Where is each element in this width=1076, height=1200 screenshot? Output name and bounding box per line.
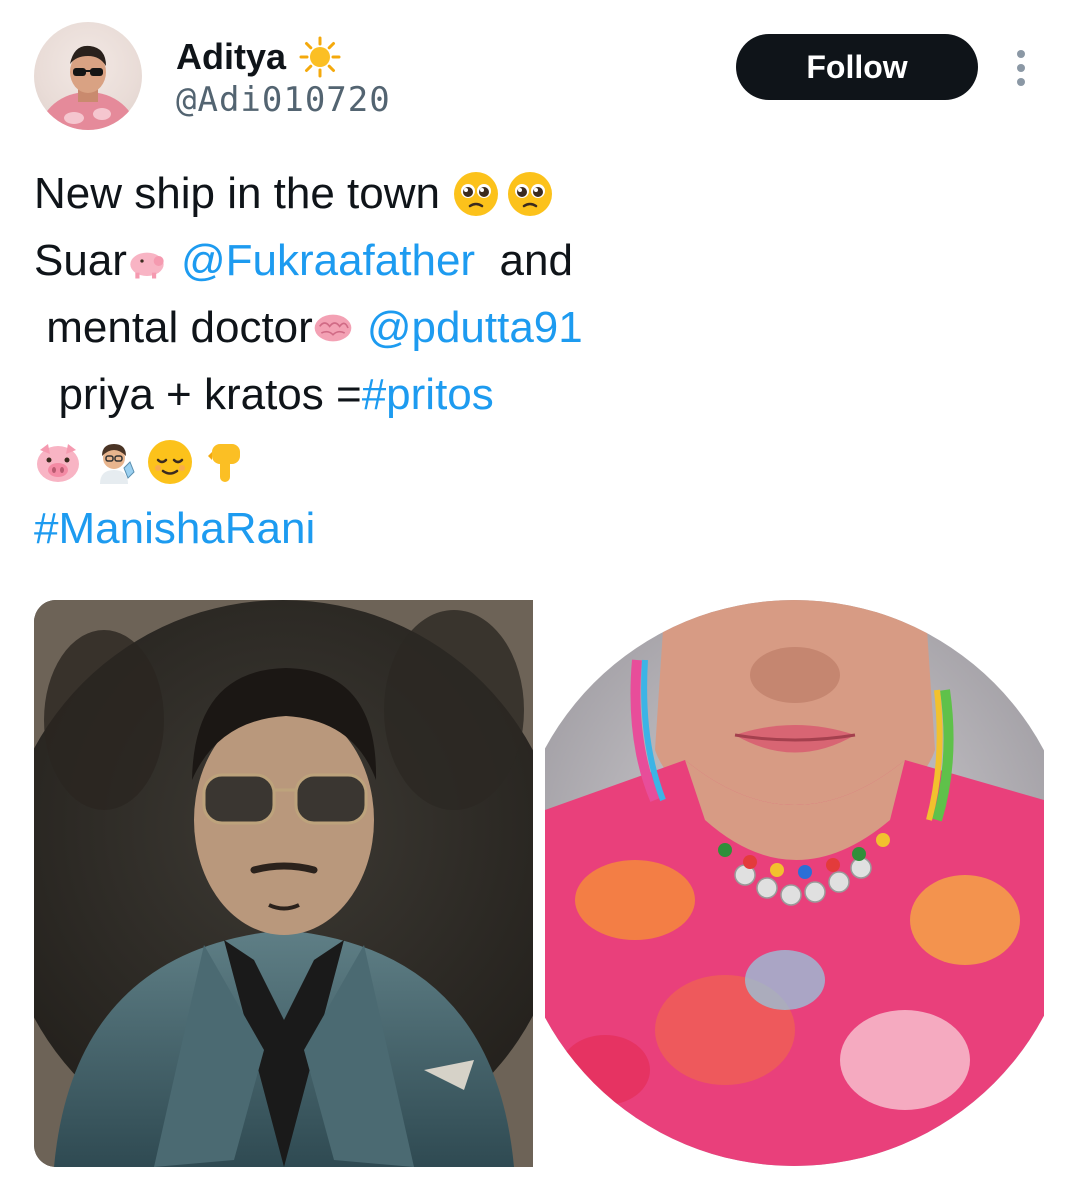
tweet-line-5 — [34, 428, 1034, 495]
brain-emoji-icon — [314, 314, 352, 341]
pleading-face-emoji-icon — [508, 171, 553, 216]
pig-face-emoji-icon — [37, 443, 79, 482]
hashtag-pritos[interactable]: #pritos — [362, 361, 494, 428]
author-name-row: Aditya — [176, 32, 342, 82]
tweet-line-1-text: New ship in the town — [34, 169, 453, 218]
follow-button[interactable]: Follow — [736, 34, 978, 100]
tweet-line-4: priya + kratos = #pritos — [34, 361, 1034, 428]
pleading-face-emoji-icon — [454, 171, 499, 216]
tweet-line-2-prefix: Suar — [34, 236, 127, 285]
pig-emoji-icon — [130, 252, 164, 278]
media-grid — [34, 600, 1044, 1167]
more-vertical-icon[interactable] — [1006, 46, 1036, 90]
tweet-line-2: Suar @Fukraafather and — [34, 227, 1034, 294]
tweet-line-3: mental doctor @pdutta91 — [34, 294, 1034, 361]
tweet-line-1: New ship in the town — [34, 160, 1034, 227]
tweet-line-4-prefix: priya + kratos = — [34, 370, 362, 419]
photo-man-in-suit[interactable] — [34, 600, 533, 1167]
tweet-text: New ship in the town Suar @Fukraafather … — [34, 160, 1034, 562]
mention-fukraafather[interactable]: @Fukraafather — [181, 227, 475, 294]
sun-emoji-icon — [299, 36, 341, 78]
relieved-face-emoji-icon — [148, 439, 192, 484]
hashtag-manisharani[interactable]: #ManishaRani — [34, 495, 315, 562]
avatar-photo-icon — [40, 45, 136, 130]
tweet-line-2-suffix: and — [475, 236, 573, 285]
backhand-index-pointing-down-emoji-icon — [208, 443, 240, 482]
author-display-name[interactable]: Aditya — [176, 36, 286, 78]
tweet-line-3-prefix: mental doctor — [34, 303, 313, 352]
photo-woman-with-necklace-image — [545, 600, 1044, 1167]
mention-pdutta91[interactable]: @pdutta91 — [367, 294, 583, 361]
photo-woman-with-necklace[interactable] — [545, 600, 1044, 1167]
tweet-line-6: #ManishaRani — [34, 495, 1034, 562]
author-handle[interactable]: @Adi010720 — [176, 80, 391, 120]
author-avatar[interactable] — [34, 22, 142, 130]
photo-man-in-suit-image — [34, 600, 533, 1167]
scientist-emoji-icon — [100, 443, 135, 484]
